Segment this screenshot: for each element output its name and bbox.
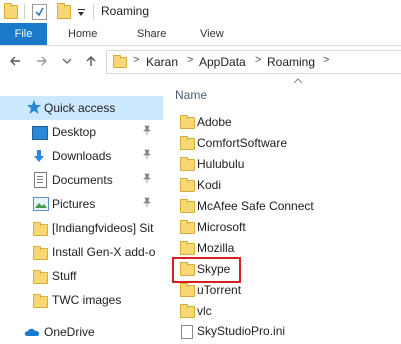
folder-icon xyxy=(180,199,195,213)
breadcrumb-karan[interactable]: Karan xyxy=(146,55,178,69)
file-name: vlc xyxy=(197,304,212,318)
folder-icon xyxy=(113,55,127,68)
file-name: SkyStudioPro.ini xyxy=(197,324,286,338)
tab-share[interactable]: Share xyxy=(137,23,166,45)
sidebar-item-downloads[interactable]: Downloads xyxy=(0,144,163,168)
pictures-icon xyxy=(33,197,49,211)
pin-icon[interactable] xyxy=(142,125,152,138)
star-icon xyxy=(26,99,42,115)
list-item[interactable]: SkyStudioPro.ini xyxy=(175,321,401,343)
file-name: uTorrent xyxy=(197,283,242,297)
highlight-box xyxy=(172,257,241,283)
folder-icon xyxy=(180,283,195,297)
folder-icon xyxy=(4,3,18,19)
recent-locations-icon[interactable] xyxy=(60,54,74,68)
folder-icon xyxy=(33,222,48,236)
file-name: Adobe xyxy=(197,115,232,129)
ribbon: File Home Share View xyxy=(0,23,401,46)
pin-icon[interactable] xyxy=(142,173,152,186)
onedrive-icon xyxy=(24,326,42,336)
folder-icon xyxy=(33,270,48,284)
folder-icon xyxy=(180,220,195,234)
address-bar[interactable]: > Karan > AppData > Roaming > xyxy=(106,50,401,74)
sort-ascending-icon xyxy=(293,76,303,86)
sidebar-item-desktop[interactable]: Desktop xyxy=(0,120,163,144)
title-bar: Roaming xyxy=(0,0,401,23)
folder-icon xyxy=(180,157,195,171)
file-name: ComfortSoftware xyxy=(197,136,288,150)
desktop-icon xyxy=(32,126,48,140)
list-item[interactable]: Adobe xyxy=(175,112,401,134)
list-item[interactable]: vlc xyxy=(175,301,401,323)
back-arrow-icon[interactable] xyxy=(8,54,22,68)
file-name: McAfee Safe Connect xyxy=(197,199,314,213)
sidebar-item-documents[interactable]: Documents xyxy=(0,168,163,192)
sidebar-item-label: Quick access xyxy=(44,101,116,115)
documents-icon xyxy=(34,172,47,188)
divider xyxy=(24,4,25,19)
divider xyxy=(93,4,94,19)
forward-arrow-icon[interactable] xyxy=(35,54,49,68)
breadcrumb-separator: > xyxy=(255,54,262,66)
folder-icon xyxy=(180,178,195,192)
sidebar-item-label: OneDrive xyxy=(44,325,95,339)
folder-icon xyxy=(180,241,195,255)
list-item[interactable]: McAfee Safe Connect xyxy=(175,196,401,218)
breadcrumb-separator: > xyxy=(187,54,194,66)
navigation-bar: > Karan > AppData > Roaming > xyxy=(0,46,401,78)
list-item[interactable]: Microsoft xyxy=(175,217,401,239)
tab-home[interactable]: Home xyxy=(68,23,97,45)
sidebar-item-quick-access[interactable]: Quick access xyxy=(0,96,163,120)
sidebar-item-label: Stuff xyxy=(52,269,77,283)
file-name: Mozilla xyxy=(197,241,235,255)
sidebar-item-onedrive[interactable]: OneDrive xyxy=(0,320,163,344)
sidebar-item-label: Install Gen-X add-o xyxy=(52,245,156,259)
list-item[interactable]: Kodi xyxy=(175,175,401,197)
navigation-pane: Quick access Desktop Downloads Documents xyxy=(0,90,163,339)
sidebar-item-stuff[interactable]: Stuff xyxy=(0,264,163,288)
folder-icon xyxy=(33,294,48,308)
folder-icon xyxy=(180,136,195,150)
pin-icon[interactable] xyxy=(142,197,152,210)
sidebar-item-label: [Indiangfvideos] Sit xyxy=(52,221,154,235)
sidebar-item-pictures[interactable]: Pictures xyxy=(0,192,163,216)
pin-icon[interactable] xyxy=(142,149,152,162)
customize-toolbar-icon[interactable] xyxy=(76,4,86,18)
sidebar-item-twc-images[interactable]: TWC images xyxy=(0,288,163,312)
breadcrumb-separator: > xyxy=(133,54,140,66)
file-icon xyxy=(181,325,193,339)
folder-icon xyxy=(33,246,48,260)
window-title: Roaming xyxy=(101,4,150,18)
breadcrumb-separator: > xyxy=(323,54,330,66)
sidebar-item-install-gen-x[interactable]: Install Gen-X add-o xyxy=(0,240,163,264)
file-name: Hulubulu xyxy=(197,157,245,171)
breadcrumb-appdata[interactable]: AppData xyxy=(199,55,246,69)
tab-file[interactable]: File xyxy=(0,23,47,45)
file-name: Microsoft xyxy=(197,220,246,234)
file-name: Kodi xyxy=(197,178,222,192)
column-header-name[interactable]: Name xyxy=(175,88,207,102)
tab-view[interactable]: View xyxy=(200,23,224,45)
properties-icon[interactable] xyxy=(32,4,47,20)
sidebar-item-indiangfvideos[interactable]: [Indiangfvideos] Sit xyxy=(0,216,163,240)
folder-icon xyxy=(180,115,195,129)
breadcrumb-roaming[interactable]: Roaming xyxy=(267,55,315,69)
downloads-icon xyxy=(32,149,46,163)
list-item[interactable]: Hulubulu xyxy=(175,154,401,176)
list-item[interactable]: ComfortSoftware xyxy=(175,133,401,155)
sidebar-item-label: TWC images xyxy=(52,293,122,307)
new-folder-icon[interactable] xyxy=(57,3,71,19)
up-arrow-icon[interactable] xyxy=(84,54,98,68)
folder-icon xyxy=(180,304,195,318)
list-item[interactable]: uTorrent xyxy=(175,280,401,302)
